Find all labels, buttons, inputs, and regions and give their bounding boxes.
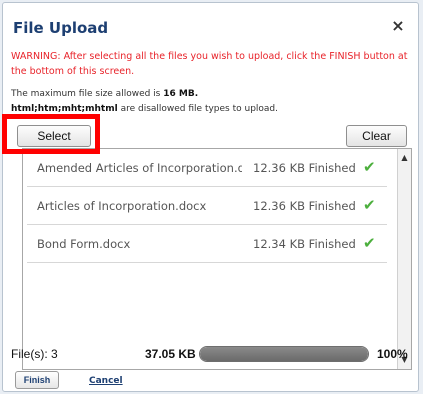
max-size-value: 16 MB.	[163, 89, 199, 99]
file-rows: Amended Articles of Incorporation.docx 12…	[23, 149, 397, 263]
file-status: 12.36 KB Finished	[253, 161, 356, 175]
clear-list-button[interactable]: Clear List	[346, 125, 407, 163]
file-restrictions-info: The maximum file size allowed is 16 MB. …	[11, 87, 413, 117]
select-files-button[interactable]: Select Files	[17, 125, 91, 163]
check-icon: ✔	[363, 234, 376, 252]
cancel-link[interactable]: Cancel	[89, 376, 123, 386]
upload-summary: File(s): 3 37.05 KB 100%	[3, 345, 418, 365]
upload-progress-bar	[199, 346, 369, 362]
check-icon: ✔	[363, 196, 376, 214]
upload-progress-fill	[200, 347, 368, 361]
file-status: 12.34 KB Finished	[253, 237, 356, 251]
file-name: Articles of Incorporation.docx	[37, 199, 207, 213]
file-name: Amended Articles of Incorporation.docx	[37, 161, 242, 175]
disallowed-types-text: are disallowed file types to upload.	[117, 104, 279, 114]
dialog-title: File Upload	[13, 19, 109, 37]
file-count: File(s): 3	[11, 347, 58, 361]
file-list-scrollbar[interactable]: ▲ ▼	[397, 149, 411, 369]
file-row: Bond Form.docx 12.34 KB Finished ✔	[27, 225, 387, 263]
file-row: Articles of Incorporation.docx 12.36 KB F…	[27, 187, 387, 225]
file-list[interactable]: Amended Articles of Incorporation.docx 12…	[22, 148, 412, 370]
scroll-up-arrow-icon[interactable]: ▲	[398, 151, 411, 165]
check-icon: ✔	[363, 158, 376, 176]
max-size-text: The maximum file size allowed is	[11, 89, 164, 99]
file-row: Amended Articles of Incorporation.docx 12…	[27, 149, 387, 187]
progress-percent: 100%	[377, 347, 408, 361]
close-icon[interactable]: ×	[390, 17, 406, 35]
total-size: 37.05 KB	[145, 347, 196, 361]
finish-button[interactable]: Finish	[15, 371, 59, 389]
file-upload-dialog: File Upload × WARNING: After selecting a…	[2, 2, 419, 392]
disallowed-types: html;htm;mht;mhtml	[11, 104, 118, 114]
warning-message: WARNING: After selecting all the files y…	[11, 51, 408, 77]
file-name: Bond Form.docx	[37, 237, 131, 251]
file-status: 12.36 KB Finished	[253, 199, 356, 213]
